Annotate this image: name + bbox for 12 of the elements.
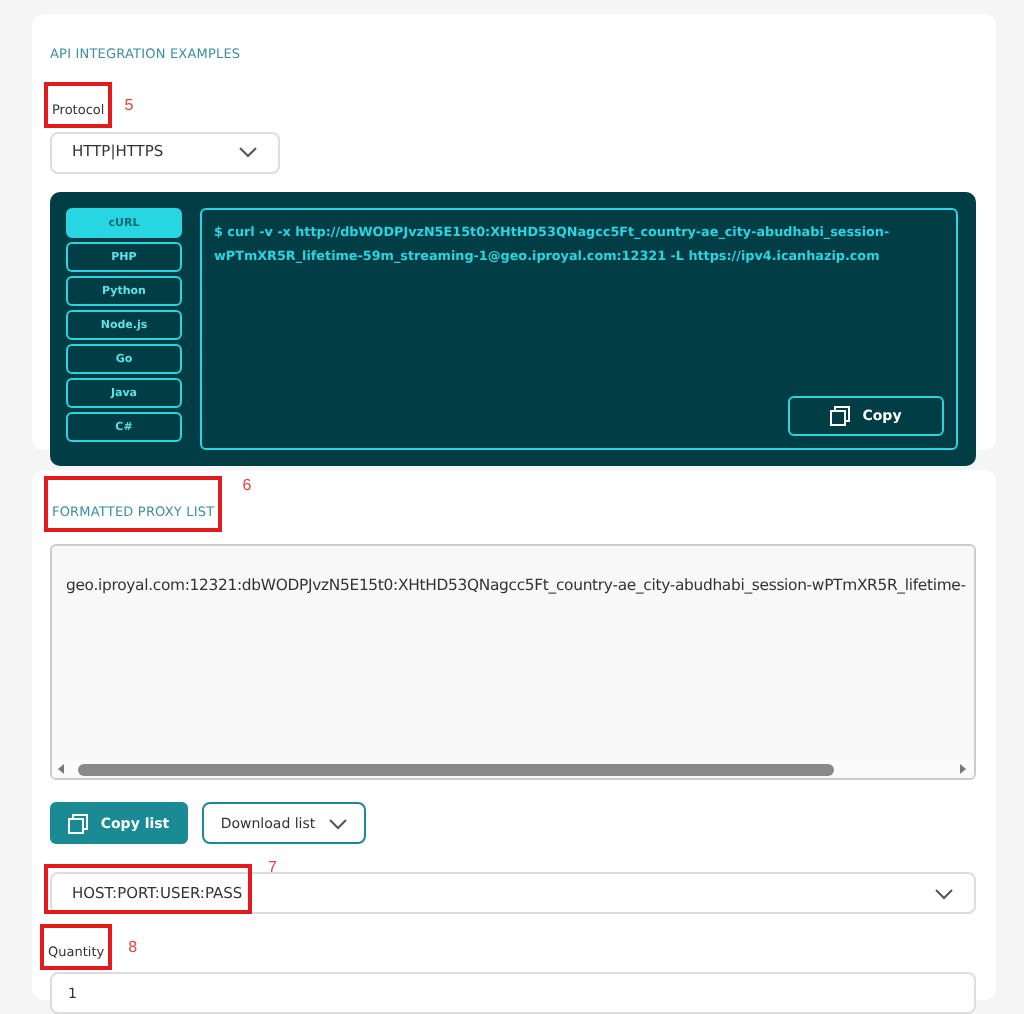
- horizontal-scrollbar[interactable]: [52, 760, 974, 779]
- copy-icon: [68, 813, 89, 834]
- annotation-number: 8: [128, 937, 138, 957]
- scroll-left-icon[interactable]: [58, 764, 66, 775]
- annotation-number: 7: [268, 858, 277, 878]
- scroll-right-icon[interactable]: [960, 764, 968, 775]
- chevron-down-icon: [327, 817, 348, 830]
- annotation-number: 5: [124, 95, 134, 115]
- chevron-down-icon: [238, 146, 258, 159]
- copy-icon: [830, 405, 851, 426]
- chevron-down-icon: [934, 887, 954, 900]
- annotation-number: 6: [242, 476, 252, 495]
